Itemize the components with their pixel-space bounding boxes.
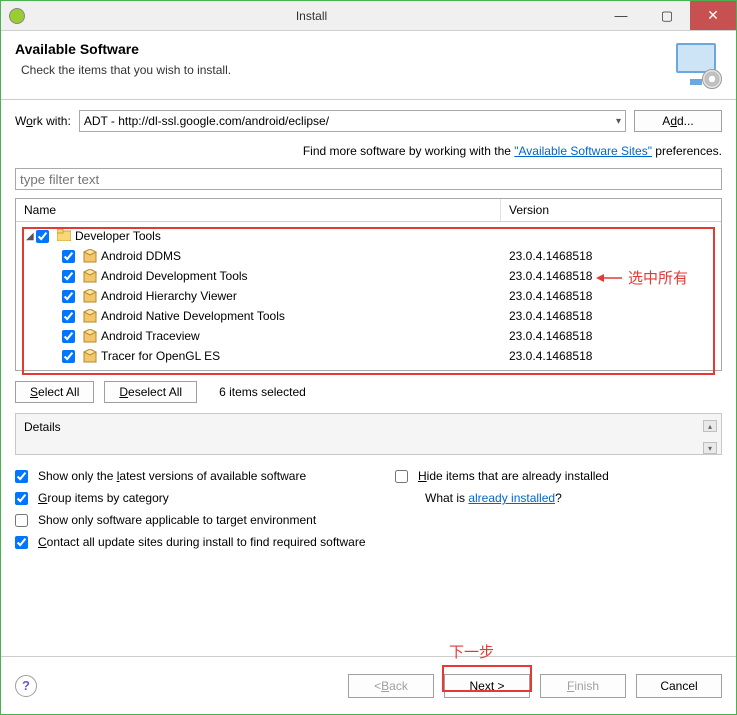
group-label[interactable]: Developer Tools [75,229,161,243]
expand-icon[interactable]: ◢ [26,231,36,242]
item-label: Tracer for OpenGL ES [101,349,220,363]
tree-item[interactable]: Android Hierarchy Viewer 23.0.4.1468518 [16,286,721,306]
item-version: 23.0.4.1468518 [501,249,721,263]
help-button[interactable]: ? [15,675,37,697]
details-panel: Details ▴ ▾ [15,413,722,455]
tree-item[interactable]: Android Development Tools 23.0.4.1468518 [16,266,721,286]
install-dialog: Install — ▢ ✕ Available Software Check t… [0,0,737,715]
opt-show-latest[interactable]: Show only the latest versions of availab… [15,469,395,483]
item-checkbox[interactable] [62,350,75,363]
opt-applicable-env-checkbox[interactable] [15,514,28,527]
package-icon [83,309,97,323]
item-version: 23.0.4.1468518 [501,289,721,303]
install-icon [674,41,722,89]
details-label: Details [24,420,713,434]
tree-item[interactable]: Android DDMS 23.0.4.1468518 [16,246,721,266]
page-title: Available Software [15,41,664,57]
opt-contact-sites[interactable]: Contact all update sites during install … [15,535,722,549]
select-all-button[interactable]: Select All [15,381,94,403]
opt-applicable-env[interactable]: Show only software applicable to target … [15,513,722,527]
tree-item[interactable]: Android Traceview 23.0.4.1468518 [16,326,721,346]
package-icon [83,269,97,283]
titlebar[interactable]: Install — ▢ ✕ [1,1,736,31]
item-checkbox[interactable] [62,250,75,263]
workwith-label: Work with: [15,114,71,128]
item-checkbox[interactable] [62,290,75,303]
package-icon [83,249,97,263]
add-button[interactable]: Add... [634,110,722,132]
next-button[interactable]: Next > [444,674,530,698]
selection-count: 6 items selected [219,385,306,399]
minimize-button[interactable]: — [598,1,644,30]
column-version[interactable]: Version [501,199,721,221]
item-checkbox[interactable] [62,310,75,323]
footer: 下一步 ? < Back Next > Finish Cancel [1,656,736,714]
app-icon [9,8,25,24]
close-button[interactable]: ✕ [690,1,736,30]
folder-icon [57,229,71,243]
opt-group-category[interactable]: Group items by category [15,491,395,505]
back-button: < Back [348,674,434,698]
available-sites-link[interactable]: "Available Software Sites" [514,144,652,158]
column-name[interactable]: Name [16,199,501,221]
item-version: 23.0.4.1468518 [501,309,721,323]
item-label: Android Native Development Tools [101,309,285,323]
package-icon [83,349,97,363]
deselect-all-button[interactable]: Deselect All [104,381,197,403]
header-area: Available Software Check the items that … [1,31,736,100]
finish-button: Finish [540,674,626,698]
more-software-hint: Find more software by working with the "… [15,144,722,158]
workwith-combobox[interactable]: ADT - http://dl-ssl.google.com/android/e… [79,110,626,132]
package-icon [83,289,97,303]
opt-group-category-checkbox[interactable] [15,492,28,505]
item-version: 23.0.4.1468518 [501,349,721,363]
item-label: Android Traceview [101,329,200,343]
opt-hide-installed-checkbox[interactable] [395,470,408,483]
item-version: 23.0.4.1468518 [501,269,721,283]
tree-item[interactable]: Tracer for OpenGL ES 23.0.4.1468518 [16,346,721,366]
software-tree[interactable]: Name Version ◢ Developer Tools Android DDM… [15,198,722,371]
opt-show-latest-checkbox[interactable] [15,470,28,483]
item-checkbox[interactable] [62,270,75,283]
filter-input[interactable] [15,168,722,190]
item-label: Android Development Tools [101,269,248,283]
page-subtitle: Check the items that you wish to install… [21,63,664,77]
opt-contact-sites-checkbox[interactable] [15,536,28,549]
opt-hide-installed[interactable]: Hide items that are already installed [395,469,722,483]
chevron-down-icon: ▾ [616,116,621,127]
workwith-value: ADT - http://dl-ssl.google.com/android/e… [84,114,329,128]
package-icon [83,329,97,343]
window-title: Install [25,9,598,23]
item-label: Android DDMS [101,249,181,263]
maximize-button[interactable]: ▢ [644,1,690,30]
scroll-down-icon[interactable]: ▾ [703,442,717,454]
tree-item[interactable]: Android Native Development Tools 23.0.4.1… [16,306,721,326]
group-checkbox[interactable] [36,230,49,243]
already-installed-link[interactable]: already installed [468,491,555,505]
whatis-already-installed: What is already installed? [395,491,722,505]
cancel-button[interactable]: Cancel [636,674,722,698]
scroll-up-icon[interactable]: ▴ [703,420,717,432]
item-label: Android Hierarchy Viewer [101,289,237,303]
item-version: 23.0.4.1468518 [501,329,721,343]
item-checkbox[interactable] [62,330,75,343]
